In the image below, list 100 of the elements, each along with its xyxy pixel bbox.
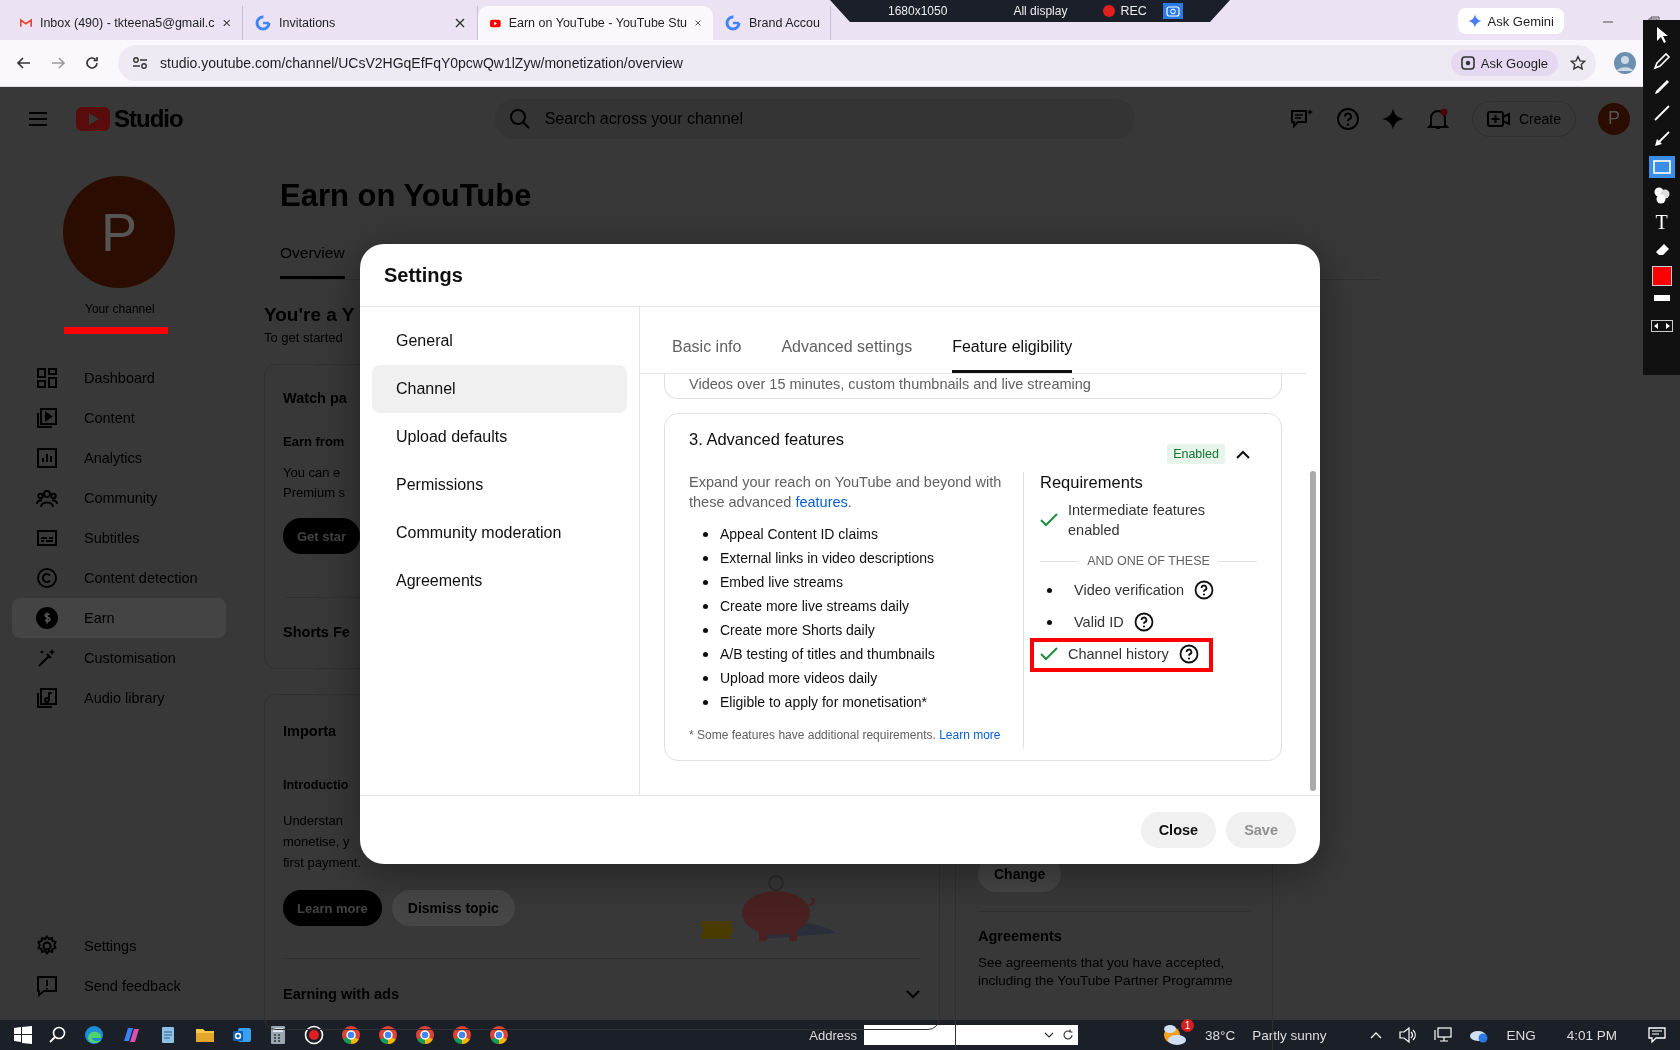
text-tool-icon[interactable]: T (1655, 212, 1668, 232)
language-indicator[interactable]: ENG (1506, 1027, 1536, 1043)
search-icon[interactable] (49, 1026, 67, 1044)
bullet-icon (703, 651, 708, 657)
line-icon[interactable] (1652, 104, 1671, 122)
numbered-circles-icon[interactable] (1652, 186, 1671, 204)
tab-title: Earn on YouTube - YouTube Stu (508, 16, 688, 30)
bullet-icon (703, 627, 708, 633)
features-link[interactable]: features (795, 494, 848, 510)
audio-icon (36, 687, 58, 709)
card-text: See agreements that you have accepted, including the YouTube Partner Programme (978, 954, 1234, 990)
resolution-label: 1680x1050 (888, 4, 948, 18)
settings-nav-item[interactable]: General (372, 317, 627, 365)
address-field[interactable]: studio.youtube.com/channel/UCsV2HGqEfFqY0pcwQw1lZyw/monetization/overview Ask Google (118, 45, 1596, 81)
camera-icon (1165, 5, 1180, 17)
calculator-icon[interactable] (269, 1025, 287, 1045)
bullet-icon (703, 579, 708, 585)
chrome-icon[interactable] (452, 1025, 472, 1045)
studio-logo-text: Studio (114, 104, 183, 133)
forward-icon[interactable] (50, 55, 66, 71)
network-icon[interactable] (1434, 1027, 1453, 1043)
tab-title: Invitations (279, 16, 337, 30)
clock-text[interactable]: 4:01 PM (1566, 1027, 1617, 1043)
folder-icon[interactable] (195, 1026, 215, 1044)
camera-button[interactable] (1162, 3, 1183, 19)
line-width-icon[interactable] (1652, 294, 1671, 302)
record-icon[interactable] (304, 1025, 324, 1045)
mail-app-icon[interactable] (232, 1025, 252, 1045)
learn-more-link[interactable]: Learn more (939, 728, 1001, 742)
earn-icon (36, 607, 58, 629)
chrome-icon[interactable] (341, 1025, 361, 1045)
check-icon (1040, 647, 1058, 661)
help-icon[interactable] (1194, 580, 1215, 600)
edge-browser-icon[interactable] (84, 1025, 104, 1045)
capture-mode-label[interactable]: All display (1013, 4, 1068, 18)
bullet-icon (703, 531, 708, 537)
settings-nav-item[interactable]: Permissions (372, 461, 627, 509)
speaker-icon[interactable] (1399, 1027, 1418, 1043)
star-icon[interactable] (1570, 55, 1586, 71)
weather-icon[interactable] (1162, 1023, 1188, 1047)
settings-tab[interactable]: Basic info (672, 338, 742, 373)
status-badge: Enabled (1167, 444, 1225, 464)
windows-start-icon[interactable] (14, 1026, 32, 1044)
copilot-icon[interactable] (121, 1025, 141, 1045)
weather-text: Partly sunny (1252, 1027, 1327, 1043)
close-icon[interactable] (695, 18, 701, 28)
dialog-title: Settings (384, 263, 463, 287)
notification-badge: 1 (1181, 1019, 1194, 1032)
chrome-icon[interactable] (415, 1025, 435, 1045)
reload-icon[interactable] (84, 55, 100, 71)
section-row-title: Earning with ads (283, 986, 399, 1002)
chrome-icon[interactable] (378, 1025, 398, 1045)
subtitles-icon (36, 527, 58, 549)
ask-gemini-button[interactable]: Ask Gemini (1457, 8, 1564, 34)
requirements-title: Requirements (1040, 473, 1144, 492)
close-icon[interactable] (222, 18, 230, 28)
sparkle-icon (1467, 14, 1482, 28)
back-icon[interactable] (16, 55, 32, 71)
feature-item: Embed live streams (720, 573, 843, 592)
url-text: studio.youtube.com/channel/UCsV2HGqEfFqY0pcwQw1lZyw/monetization/overview (160, 55, 683, 71)
help-icon[interactable] (1178, 644, 1199, 664)
notifications-icon[interactable] (1648, 1027, 1666, 1043)
content-icon (36, 407, 58, 429)
scrollbar-thumb[interactable] (1310, 471, 1316, 791)
settings-tab[interactable]: Advanced settings (781, 338, 913, 373)
rectangle-icon (1652, 160, 1671, 174)
divider-label: AND ONE OF THESE (1087, 554, 1210, 568)
settings-nav-item[interactable]: Upload defaults (372, 413, 627, 461)
profile-avatar[interactable] (1614, 52, 1636, 74)
site-settings-icon[interactable] (132, 56, 148, 70)
check-icon (1040, 513, 1058, 527)
settings-tab[interactable]: Feature eligibility (952, 338, 1073, 373)
card-title: Agreements (978, 911, 1250, 944)
record-button[interactable]: REC (1103, 4, 1147, 18)
help-icon[interactable] (1133, 612, 1154, 632)
card-title: 3. Advanced features (689, 430, 845, 449)
chevron-up-icon[interactable] (1235, 450, 1251, 460)
settings-nav-item[interactable]: Community moderation (372, 509, 627, 557)
address-input-field[interactable] (864, 1025, 1078, 1045)
feature-item: Create more Shorts daily (720, 621, 875, 640)
refresh-icon[interactable] (1062, 1029, 1074, 1041)
dialog-button[interactable]: Close (1140, 812, 1217, 848)
dropdown-icon[interactable] (1044, 1032, 1054, 1038)
close-icon[interactable] (455, 18, 465, 28)
google-icon (725, 15, 741, 31)
ask-google-button[interactable]: Ask Google (1450, 50, 1558, 76)
chrome-icon[interactable] (489, 1025, 509, 1045)
channel-label: Your channel (85, 302, 155, 316)
browser-tab[interactable]: Earn on YouTube - YouTube Stu (478, 6, 713, 40)
pencil-icon[interactable] (1652, 52, 1671, 70)
youtube-logo-icon (76, 106, 110, 131)
marker-icon[interactable] (1652, 78, 1671, 96)
requirement-label: Intermediate features enabled (1068, 501, 1207, 540)
settings-nav-item[interactable]: Channel (372, 365, 627, 413)
settings-nav-item[interactable]: Agreements (372, 557, 627, 605)
color-swatch[interactable] (1651, 266, 1672, 286)
arrow-icon[interactable] (1652, 130, 1671, 148)
rectangle-tool-button[interactable] (1648, 156, 1675, 178)
collapse-arrows-icon[interactable] (1650, 320, 1673, 332)
feature-item: Appeal Content ID claims (720, 525, 878, 544)
